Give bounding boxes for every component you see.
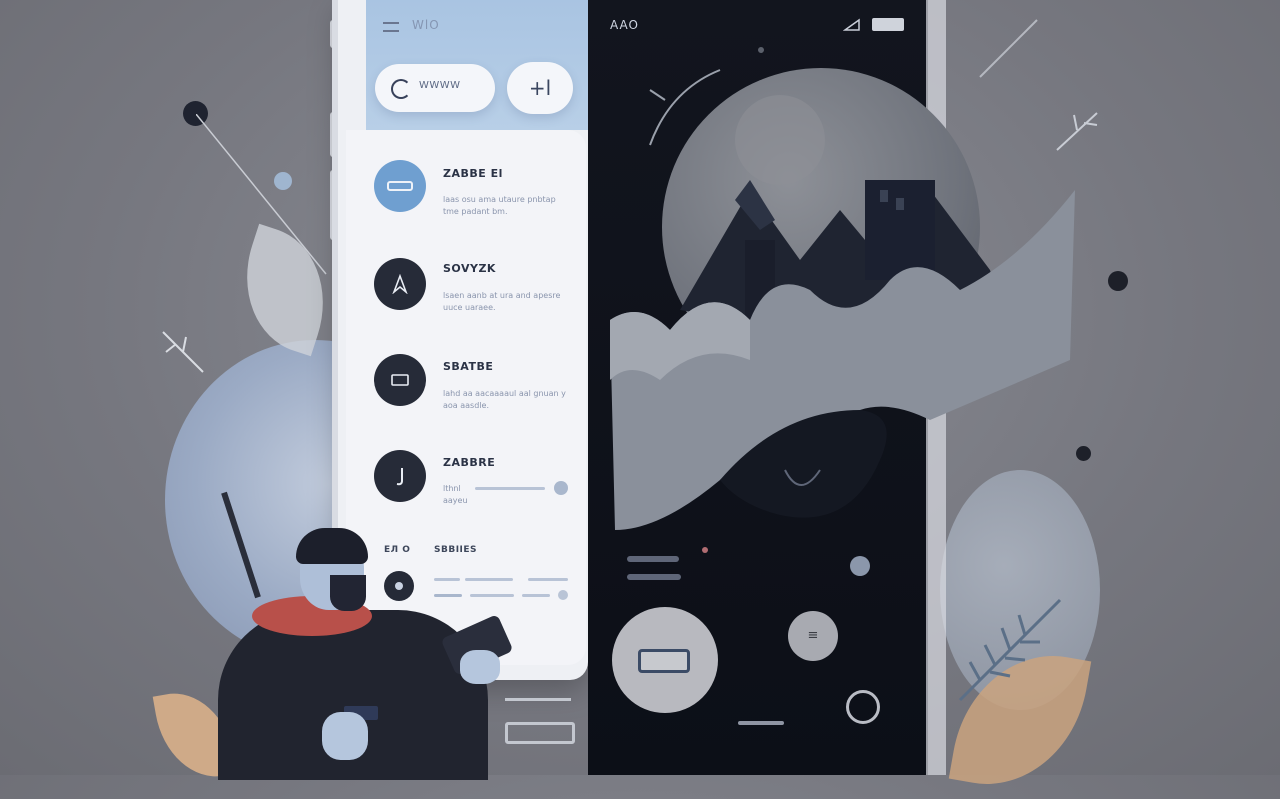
decor-dot (1108, 271, 1128, 291)
screen-icon (391, 374, 409, 386)
list-item-icon[interactable] (374, 258, 426, 310)
list-item-title: SBATBE (443, 360, 494, 373)
eq-bar (522, 594, 550, 597)
eq-knob[interactable] (558, 590, 568, 600)
phone-side-button (330, 112, 338, 157)
decor-line (505, 698, 571, 701)
menu-line (627, 556, 679, 562)
footer-label: SBBIIES (434, 545, 478, 555)
menu-line (627, 574, 681, 580)
dark-screen-title: AAO (610, 18, 639, 32)
list-item-subtitle: lahd aa aacaaaaul aal gnuan y aoa aasdle… (443, 389, 566, 410)
record-icon (395, 582, 403, 590)
list-item-title: ZABBRE (443, 456, 496, 469)
fern-icon (958, 598, 1062, 702)
mountain-illustration (610, 69, 1075, 530)
card-icon (387, 181, 413, 191)
music-note-icon (396, 468, 403, 486)
person-hand (460, 650, 500, 684)
menu-icon[interactable] (383, 22, 399, 32)
search-label: WWWW (419, 80, 461, 91)
list-item-icon[interactable] (374, 354, 426, 406)
card-outline-icon (505, 722, 575, 744)
list-item-subtitle: lthnl aayeu (443, 484, 468, 505)
eq-bar (434, 594, 462, 597)
circle-button[interactable] (846, 690, 880, 724)
star-dot (758, 47, 764, 53)
list-item-icon[interactable] (374, 160, 426, 212)
equals-icon: ≡ (807, 628, 819, 643)
signal-icon (843, 18, 860, 31)
search-icon (391, 79, 411, 99)
phone-side-button (330, 170, 338, 240)
record-button[interactable] (384, 571, 414, 601)
list-item-title: SOVYZK (443, 262, 496, 275)
decor-line (196, 114, 327, 275)
media-button[interactable] (612, 607, 718, 713)
slider-knob[interactable] (554, 481, 568, 495)
person-hair (296, 528, 368, 564)
eq-bar (434, 578, 460, 581)
compass-icon (392, 274, 408, 294)
eq-bar (465, 578, 513, 581)
list-item-title: ZABBE El (443, 167, 503, 180)
eq-bar (470, 594, 514, 597)
person-beard (330, 575, 366, 611)
phone-side-button (330, 20, 338, 48)
progress-track[interactable] (475, 487, 545, 490)
decor-dot (850, 556, 870, 576)
screen-icon (638, 649, 690, 673)
list-item-subtitle: lsaen aanb at ura and apesre uuce uaraee… (443, 291, 561, 312)
battery-icon (872, 18, 904, 31)
light-screen-title: WlO (412, 18, 440, 32)
person-hand (322, 712, 368, 760)
list-item-subtitle: laas osu ama utaure pnbtap tme padant bm… (443, 195, 556, 216)
eq-bar (528, 578, 568, 581)
footer-label: ЕЛ О (384, 545, 411, 555)
search-button[interactable]: WWWW (375, 64, 495, 112)
star-dot (702, 547, 708, 553)
sprig-icon (162, 331, 204, 373)
equals-button[interactable]: ≡ (788, 611, 838, 661)
add-button[interactable]: +l (507, 62, 573, 114)
home-indicator (738, 721, 784, 725)
list-item-icon[interactable] (374, 450, 426, 502)
